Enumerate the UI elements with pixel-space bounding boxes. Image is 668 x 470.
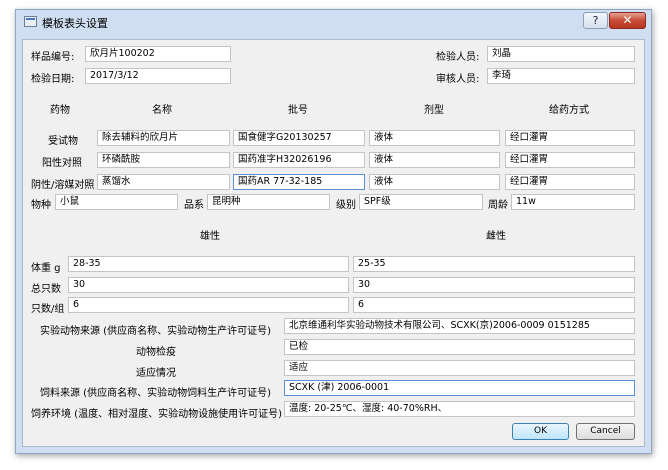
col-header-form: 剂型 xyxy=(424,105,444,116)
test-route-field[interactable]: 经口灌胃 xyxy=(505,130,635,146)
col-header-name: 名称 xyxy=(152,105,172,116)
age-label: 周龄 xyxy=(488,200,508,211)
negative-route-field[interactable]: 经口灌胃 xyxy=(505,174,635,190)
positive-route-field[interactable]: 经口灌胃 xyxy=(505,152,635,168)
negative-batch-field[interactable]: 国药AR 77-32-185 xyxy=(233,174,365,190)
sample-no-field[interactable]: 欣月片100202 xyxy=(85,46,231,62)
negative-name-field[interactable]: 蒸馏水 xyxy=(97,174,230,190)
col-header-route: 给药方式 xyxy=(549,105,589,116)
col-header-drug: 药物 xyxy=(50,105,70,116)
reviewer-field[interactable]: 李琦 xyxy=(487,68,635,84)
positive-form-field[interactable]: 液体 xyxy=(369,152,500,168)
col-header-batch: 批号 xyxy=(288,105,308,116)
inspector-label: 检验人员: xyxy=(436,52,480,63)
quarantine-field[interactable]: 已检 xyxy=(284,339,635,355)
female-weight-field[interactable]: 25-35 xyxy=(353,256,635,272)
negative-form-field[interactable]: 液体 xyxy=(369,174,500,190)
weight-label: 体重 g xyxy=(31,263,61,274)
row-label-positive: 阳性对照 xyxy=(42,158,82,169)
test-name-field[interactable]: 除去辅料的欣月片 xyxy=(97,130,230,146)
test-batch-field[interactable]: 国食健字G20130257 xyxy=(233,130,365,146)
ok-button[interactable]: OK xyxy=(512,423,569,440)
per-group-label: 只数/组 xyxy=(31,304,65,315)
title-bar[interactable]: 模板表头设置 ? ✕ xyxy=(16,10,651,34)
reviewer-label: 审核人员: xyxy=(436,74,480,85)
animal-source-field[interactable]: 北京维通利华实验动物技术有限公司、SCXK(京)2006-0009 015128… xyxy=(284,318,635,334)
male-header: 雄性 xyxy=(200,231,220,242)
sample-no-label: 样品编号: xyxy=(31,52,75,63)
inspector-field[interactable]: 刘晶 xyxy=(487,46,635,62)
housing-env-label: 饲养环境 (温度、相对湿度、实验动物设施使用许可证号) xyxy=(31,409,282,420)
housing-env-field[interactable]: 温度: 20-25℃、湿度: 40-70%RH、 xyxy=(284,401,635,417)
animal-source-label: 实验动物来源 (供应商名称、实验动物生产许可证号) xyxy=(40,326,271,337)
feed-source-field[interactable]: SCXK (津) 2006-0001 xyxy=(284,380,635,396)
help-button[interactable]: ? xyxy=(583,12,608,29)
male-total-field[interactable]: 30 xyxy=(68,277,349,293)
female-per-group-field[interactable]: 6 xyxy=(353,297,635,313)
female-total-field[interactable]: 30 xyxy=(353,277,635,293)
male-per-group-field[interactable]: 6 xyxy=(68,297,349,313)
adaptation-label: 适应情况 xyxy=(136,368,176,379)
female-header: 雌性 xyxy=(486,231,506,242)
grade-field[interactable]: SPF级 xyxy=(359,194,483,210)
row-label-test: 受试物 xyxy=(48,136,78,147)
window-title: 模板表头设置 xyxy=(42,17,108,30)
test-form-field[interactable]: 液体 xyxy=(369,130,500,146)
age-field[interactable]: 11w xyxy=(511,194,635,210)
total-label: 总只数 xyxy=(31,284,61,295)
close-button[interactable]: ✕ xyxy=(609,12,646,29)
quarantine-label: 动物检疫 xyxy=(136,347,176,358)
grade-label: 级别 xyxy=(336,200,356,211)
species-field[interactable]: 小鼠 xyxy=(55,194,178,210)
adaptation-field[interactable]: 适应 xyxy=(284,360,635,376)
strain-field[interactable]: 昆明种 xyxy=(207,194,330,210)
positive-name-field[interactable]: 环磷酰胺 xyxy=(97,152,230,168)
male-weight-field[interactable]: 28-35 xyxy=(68,256,349,272)
inspect-date-label: 检验日期: xyxy=(31,74,75,85)
feed-source-label: 饲料来源 (供应商名称、实验动物饲料生产许可证号) xyxy=(40,388,271,399)
positive-batch-field[interactable]: 国药准字H32026196 xyxy=(233,152,365,168)
row-label-negative: 阴性/溶媒对照 xyxy=(31,180,95,191)
species-label: 物种 xyxy=(31,200,51,211)
window-icon xyxy=(24,16,37,27)
strain-label: 品系 xyxy=(184,200,204,211)
inspect-date-field[interactable]: 2017/3/12 xyxy=(85,68,231,84)
cancel-button[interactable]: Cancel xyxy=(576,423,635,440)
